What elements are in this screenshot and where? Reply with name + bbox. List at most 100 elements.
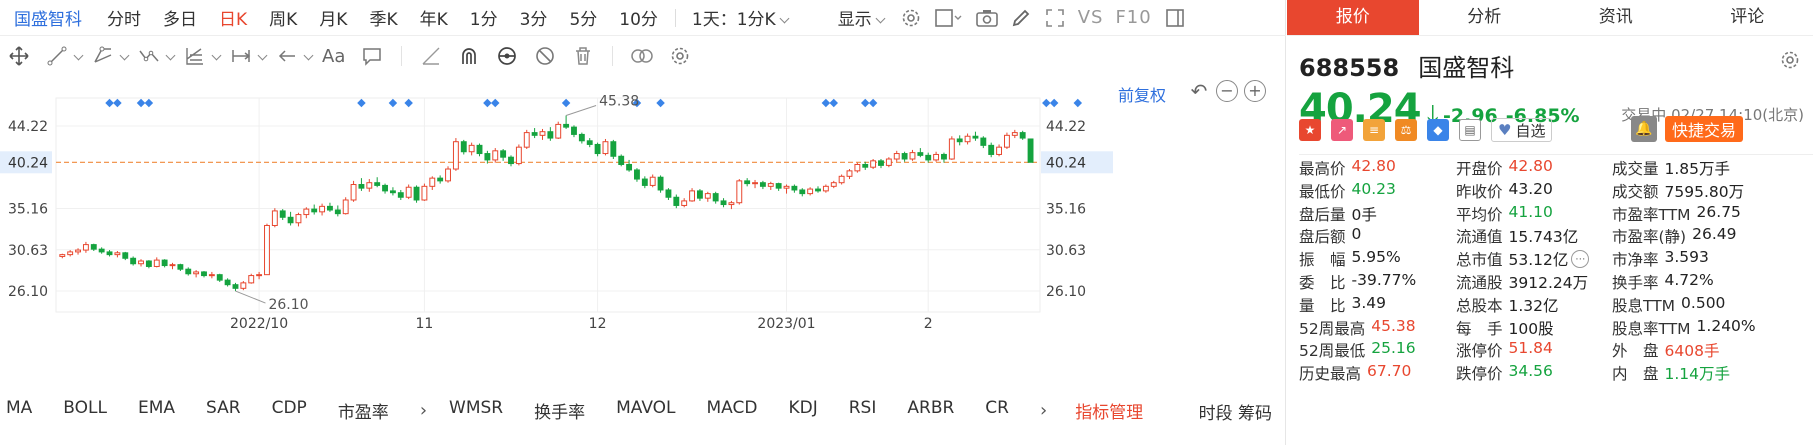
runner-icon[interactable]: ↗ — [1331, 119, 1353, 141]
period-tab[interactable]: 1分 — [459, 5, 509, 30]
candle-body[interactable] — [846, 170, 853, 177]
candle-body[interactable] — [445, 168, 451, 182]
candle-body[interactable] — [145, 260, 152, 267]
period-chip-links[interactable]: 时段 筹码 — [1199, 399, 1272, 424]
candle-body[interactable] — [626, 163, 633, 171]
event-marker[interactable] — [656, 98, 665, 108]
candle-body[interactable] — [523, 132, 530, 148]
indicator-manage-button[interactable]: 指标管理 — [1075, 398, 1143, 423]
indicator-item[interactable]: WMSR — [449, 398, 503, 423]
lock-icon[interactable] — [495, 44, 519, 68]
event-marker[interactable] — [1049, 98, 1059, 108]
candle-body[interactable] — [106, 251, 113, 256]
adjust-mode-button[interactable]: 前复权 — [1118, 82, 1166, 106]
bell-icon[interactable]: 🔔 — [1631, 116, 1657, 142]
wave-dropdown[interactable] — [162, 47, 172, 66]
candle-body[interactable] — [681, 200, 688, 206]
candle-body[interactable] — [870, 160, 877, 168]
candle-body[interactable] — [696, 190, 703, 199]
kline-chart[interactable]: 26.10 26.10 30.63 30.63 35.16 35.16 44.22 44.22… — [0, 74, 1286, 336]
candle-body[interactable] — [972, 135, 979, 139]
ruler-icon[interactable] — [419, 44, 443, 68]
balance-icon[interactable]: ⚖ — [1395, 119, 1417, 141]
candle-body[interactable] — [201, 271, 207, 277]
candle-body[interactable] — [397, 192, 404, 198]
candle-body[interactable] — [956, 138, 963, 143]
candle-body[interactable] — [578, 133, 585, 142]
candle-body[interactable] — [586, 140, 593, 145]
panel-tab[interactable]: 报价 — [1287, 0, 1419, 35]
candle-body[interactable] — [240, 282, 247, 289]
candle-body[interactable] — [547, 131, 554, 139]
magnet-icon[interactable] — [457, 44, 481, 68]
wave-icon[interactable] — [137, 44, 161, 68]
event-marker[interactable] — [1073, 98, 1083, 108]
candle-body[interactable] — [563, 123, 570, 128]
compare-button[interactable]: VS — [1078, 7, 1104, 28]
candle-body[interactable] — [138, 260, 144, 265]
candle-body[interactable] — [452, 141, 459, 170]
candle-body[interactable] — [75, 249, 81, 253]
event-marker[interactable] — [829, 98, 838, 108]
camera-icon[interactable] — [975, 7, 998, 29]
text-tool[interactable]: Aa — [322, 46, 345, 67]
period-tab[interactable]: 多日 — [152, 5, 208, 30]
candle-body[interactable] — [114, 252, 121, 256]
candle-body[interactable] — [571, 126, 577, 135]
candle-body[interactable] — [185, 268, 192, 275]
candle-body[interactable] — [783, 185, 790, 189]
trash-icon[interactable] — [571, 44, 595, 68]
panel-toggle-icon[interactable] — [1164, 7, 1186, 29]
candle-body[interactable] — [759, 182, 766, 187]
reset-icon[interactable]: ↶ — [1188, 80, 1210, 102]
measure-icon[interactable] — [229, 44, 253, 68]
candle-body[interactable] — [279, 210, 286, 218]
candle-body[interactable] — [429, 177, 436, 187]
candle-body[interactable] — [334, 209, 341, 215]
panel-tab[interactable]: 资讯 — [1550, 0, 1682, 35]
candle-body[interactable] — [405, 186, 412, 198]
indicator-item[interactable]: 市盈率 — [338, 398, 389, 423]
zoom-out-icon[interactable]: − — [1216, 80, 1238, 102]
period-tab[interactable]: 月K — [308, 5, 358, 30]
candle-body[interactable] — [130, 257, 137, 265]
candle-body[interactable] — [799, 189, 806, 195]
candle-body[interactable] — [1019, 132, 1026, 139]
arrow-left-icon[interactable] — [275, 44, 299, 68]
candle-body[interactable] — [98, 248, 105, 253]
candle-body[interactable] — [602, 141, 609, 155]
fib-dropdown[interactable] — [208, 47, 218, 66]
kline-svg[interactable]: 26.10 26.10 30.63 30.63 35.16 35.16 44.22 44.22… — [0, 74, 1286, 336]
candle-body[interactable] — [358, 184, 365, 189]
candle-body[interactable] — [421, 185, 428, 201]
candle-body[interactable] — [807, 188, 814, 195]
indicator-item[interactable]: 换手率 — [534, 398, 585, 423]
event-marker[interactable] — [821, 98, 831, 108]
candle-body[interactable] — [649, 176, 656, 186]
trendline-dropdown[interactable] — [70, 47, 80, 66]
candle-body[interactable] — [917, 152, 924, 156]
candle-body[interactable] — [460, 141, 467, 153]
candle-body[interactable] — [996, 146, 1003, 155]
pencil-icon[interactable] — [1010, 7, 1032, 29]
arrow-dropdown[interactable] — [300, 47, 310, 66]
indicator-item[interactable]: MAVOL — [616, 398, 675, 423]
indicator-item[interactable]: MA — [6, 398, 32, 423]
fib-icon[interactable] — [183, 44, 207, 68]
event-marker[interactable] — [144, 98, 154, 108]
candle-body[interactable] — [248, 275, 255, 284]
display-menu[interactable]: 显示 — [828, 5, 894, 30]
candle-body[interactable] — [594, 143, 601, 155]
candle-body[interactable] — [980, 137, 987, 146]
candle-body[interactable] — [862, 163, 869, 168]
candle-body[interactable] — [476, 144, 483, 155]
indicator-item[interactable]: CR — [985, 398, 1009, 423]
fullscreen-icon[interactable] — [1044, 7, 1066, 29]
candle-body[interactable] — [736, 180, 743, 204]
candle-body[interactable] — [437, 177, 444, 182]
channel-dropdown[interactable] — [116, 47, 126, 66]
tool-settings-icon[interactable] — [668, 44, 692, 68]
candle-body[interactable] — [791, 185, 798, 191]
panel-tab[interactable]: 分析 — [1419, 0, 1551, 35]
candle-body[interactable] — [484, 153, 491, 161]
